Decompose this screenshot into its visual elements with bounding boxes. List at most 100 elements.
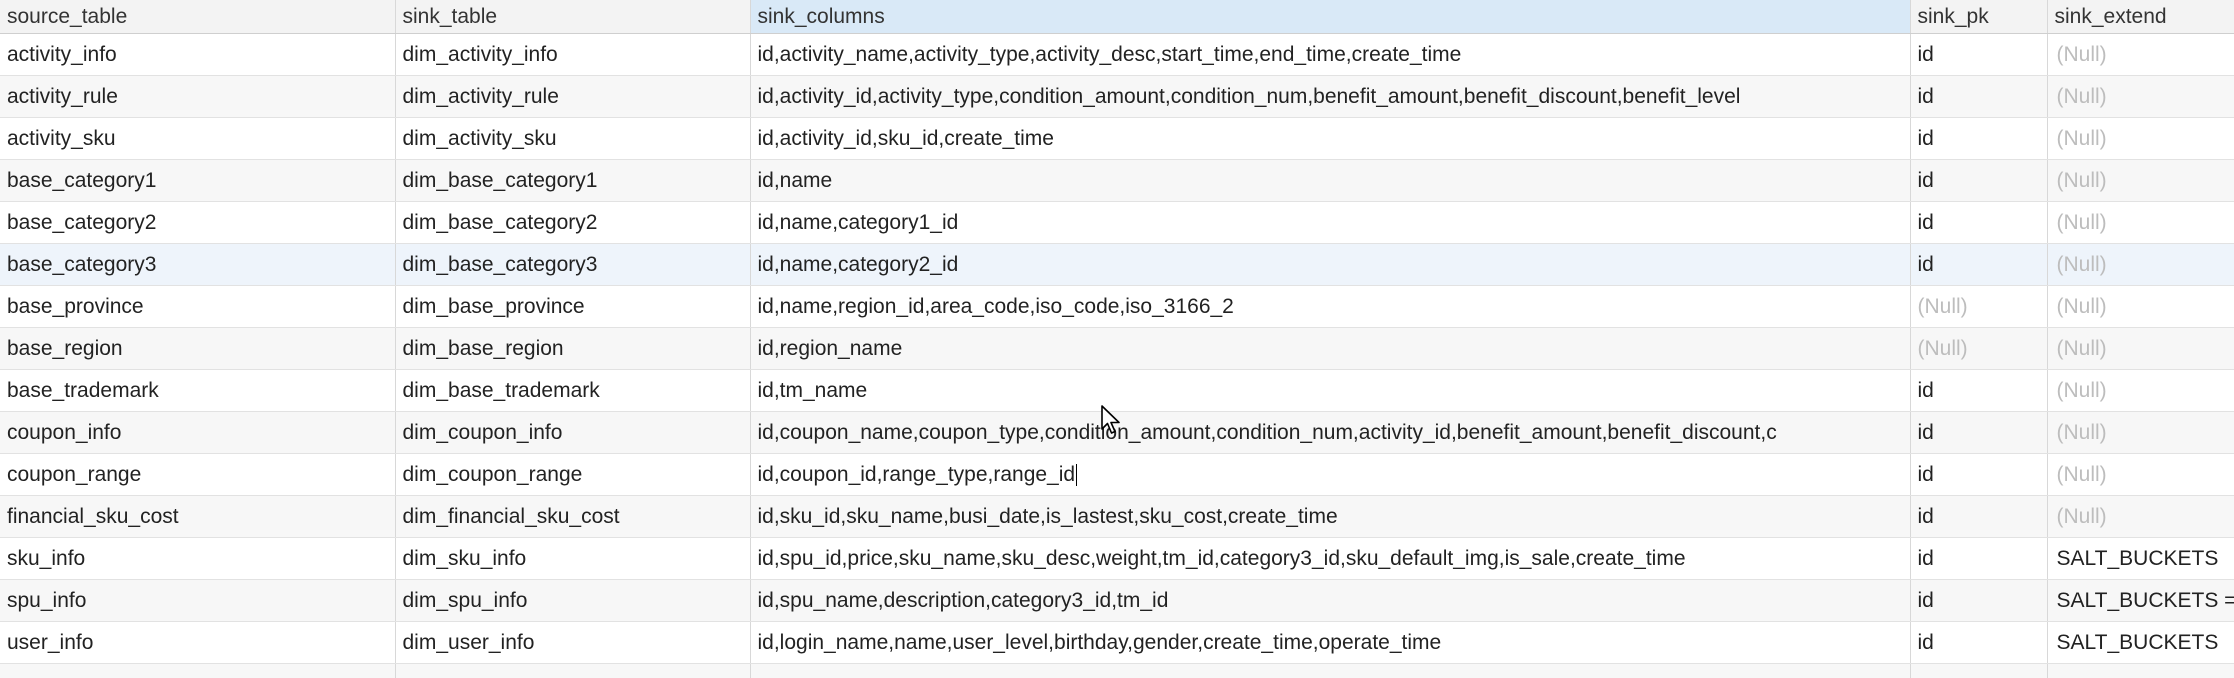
cell-sink-table[interactable]: dim_user_info xyxy=(395,622,750,664)
cell-source-table-text: user_info xyxy=(7,631,93,654)
header-sink-columns[interactable]: sink_columns xyxy=(750,0,1910,34)
cell-sink-extend[interactable]: (Null) xyxy=(2047,160,2234,202)
cell-sink-extend[interactable]: (Null) xyxy=(2047,202,2234,244)
cell-sink-columns[interactable]: id,coupon_name,coupon_type,condition_amo… xyxy=(750,412,1910,454)
cell-sink-table[interactable]: dim_activity_info xyxy=(395,34,750,76)
cell-sink-extend[interactable]: (Null) xyxy=(2047,118,2234,160)
cell-sink-table[interactable]: dim_base_category3 xyxy=(395,244,750,286)
cell-sink-table[interactable]: dim_base_category1 xyxy=(395,160,750,202)
cell-sink-columns[interactable]: id,activity_id,sku_id,create_time xyxy=(750,118,1910,160)
cell-source-table[interactable]: base_region xyxy=(0,328,395,370)
cell-source-table[interactable]: activity_rule xyxy=(0,76,395,118)
cell-sink-pk[interactable]: id xyxy=(1910,118,2047,160)
cell-source-table[interactable]: sku_info xyxy=(0,538,395,580)
cell-sink-pk[interactable]: (Null) xyxy=(1910,286,2047,328)
cell-sink-pk[interactable]: id xyxy=(1910,34,2047,76)
cell-sink-pk[interactable]: id xyxy=(1910,202,2047,244)
cell-source-table[interactable]: coupon_range xyxy=(0,454,395,496)
cell-sink-pk[interactable]: (Null) xyxy=(1910,328,2047,370)
cell-source-table[interactable]: spu_info xyxy=(0,580,395,622)
table-row[interactable]: base_category2dim_base_category2id,name,… xyxy=(0,202,2234,244)
cell-sink-table-text: dim_activity_info xyxy=(403,43,558,66)
cell-sink-table[interactable]: dim_financial_sku_cost xyxy=(395,496,750,538)
cell-sink-columns[interactable]: id,name,category1_id xyxy=(750,202,1910,244)
cell-sink-pk[interactable]: id xyxy=(1910,538,2047,580)
header-sink-extend[interactable]: sink_extend xyxy=(2047,0,2234,34)
cell-sink-extend[interactable]: SALT_BUCKETS = xyxy=(2047,580,2234,622)
cell-sink-pk[interactable]: id xyxy=(1910,160,2047,202)
header-sink-pk[interactable]: sink_pk xyxy=(1910,0,2047,34)
table-cell xyxy=(0,664,395,678)
cell-sink-table[interactable]: dim_base_province xyxy=(395,286,750,328)
cell-sink-table[interactable]: dim_activity_sku xyxy=(395,118,750,160)
cell-sink-columns[interactable]: id,spu_id,price,sku_name,sku_desc,weight… xyxy=(750,538,1910,580)
cell-sink-columns[interactable]: id,coupon_id,range_type,range_id xyxy=(750,454,1910,496)
cell-sink-extend[interactable]: (Null) xyxy=(2047,244,2234,286)
cell-source-table[interactable]: base_category2 xyxy=(0,202,395,244)
table-row[interactable]: sku_infodim_sku_infoid,spu_id,price,sku_… xyxy=(0,538,2234,580)
cell-sink-columns[interactable]: id,region_name xyxy=(750,328,1910,370)
cell-sink-extend[interactable]: (Null) xyxy=(2047,328,2234,370)
cell-sink-columns[interactable]: id,tm_name xyxy=(750,370,1910,412)
table-row[interactable]: user_info dim_user_infoid,login_name,name… xyxy=(0,622,2234,664)
cell-source-table[interactable]: activity_sku xyxy=(0,118,395,160)
cell-sink-table[interactable]: dim_base_trademark xyxy=(395,370,750,412)
table-row[interactable]: base_provincedim_base_provinceid,name,re… xyxy=(0,286,2234,328)
cell-source-table[interactable]: base_trademark xyxy=(0,370,395,412)
header-source-table[interactable]: source_table xyxy=(0,0,395,34)
cell-sink-extend[interactable]: (Null) xyxy=(2047,454,2234,496)
cell-sink-extend[interactable]: (Null) xyxy=(2047,370,2234,412)
cell-sink-table[interactable]: dim_base_region xyxy=(395,328,750,370)
cell-sink-extend[interactable]: (Null) xyxy=(2047,412,2234,454)
cell-sink-pk[interactable]: id xyxy=(1910,622,2047,664)
table-row[interactable]: base_category3dim_base_category3 id,name,… xyxy=(0,244,2234,286)
cell-sink-extend[interactable]: (Null) xyxy=(2047,286,2234,328)
cell-sink-columns[interactable]: id,name,region_id,area_code,iso_code,iso… xyxy=(750,286,1910,328)
cell-sink-columns-text: id,name,category2_id xyxy=(758,253,959,276)
table-row[interactable]: base_category1dim_base_category1id,namei… xyxy=(0,160,2234,202)
cell-sink-columns[interactable]: id,name,category2_id xyxy=(750,244,1910,286)
table-row[interactable]: financial_sku_costdim_financial_sku_cost… xyxy=(0,496,2234,538)
cell-source-table[interactable]: user_info xyxy=(0,622,395,664)
table-row[interactable]: activity_skudim_activity_skuid,activity_… xyxy=(0,118,2234,160)
table-row[interactable]: activity_ruledim_activity_ruleid,activit… xyxy=(0,76,2234,118)
cell-sink-pk[interactable]: id xyxy=(1910,454,2047,496)
cell-sink-pk[interactable]: id xyxy=(1910,496,2047,538)
cell-sink-pk[interactable]: id xyxy=(1910,370,2047,412)
cell-sink-extend-text: (Null) xyxy=(2057,337,2107,360)
header-sink-table[interactable]: sink_table xyxy=(395,0,750,34)
cell-sink-pk[interactable]: id xyxy=(1910,244,2047,286)
cell-source-table[interactable]: coupon_info xyxy=(0,412,395,454)
table-row[interactable]: activity_info dim_activity_info id,activit… xyxy=(0,34,2234,76)
cell-sink-columns[interactable]: id,login_name,name,user_level,birthday,g… xyxy=(750,622,1910,664)
table-row[interactable]: spu_infodim_spu_infoid,spu_name,descript… xyxy=(0,580,2234,622)
cell-source-table[interactable]: base_category3 xyxy=(0,244,395,286)
cell-source-table[interactable]: base_category1 xyxy=(0,160,395,202)
cell-sink-columns[interactable]: id,activity_id,activity_type,condition_a… xyxy=(750,76,1910,118)
arrow-cursor-icon xyxy=(1101,405,1121,435)
cell-sink-extend[interactable]: SALT_BUCKETS xyxy=(2047,622,2234,664)
cell-sink-table[interactable]: dim_base_category2 xyxy=(395,202,750,244)
cell-sink-table[interactable]: dim_activity_rule xyxy=(395,76,750,118)
cell-sink-columns[interactable]: id,sku_id,sku_name,busi_date,is_lastest,… xyxy=(750,496,1910,538)
cell-sink-extend[interactable]: (Null) xyxy=(2047,496,2234,538)
table-row[interactable]: base_regiondim_base_regionid,region_name… xyxy=(0,328,2234,370)
cell-sink-pk[interactable]: id xyxy=(1910,412,2047,454)
cell-sink-table[interactable]: dim_spu_info xyxy=(395,580,750,622)
cell-sink-columns[interactable]: id,activity_name,activity_type,activity_… xyxy=(750,34,1910,76)
cell-sink-pk[interactable]: id xyxy=(1910,76,2047,118)
cell-sink-columns[interactable]: id,spu_name,description,category3_id,tm_… xyxy=(750,580,1910,622)
cell-source-table[interactable]: activity_info xyxy=(0,34,395,76)
cell-sink-table[interactable]: dim_coupon_info xyxy=(395,412,750,454)
cell-sink-columns[interactable]: id,name xyxy=(750,160,1910,202)
cell-sink-extend[interactable]: (Null) xyxy=(2047,76,2234,118)
cell-source-table[interactable]: financial_sku_cost xyxy=(0,496,395,538)
cell-source-table[interactable]: base_province xyxy=(0,286,395,328)
cell-sink-extend[interactable]: SALT_BUCKETS xyxy=(2047,538,2234,580)
table-row[interactable]: coupon_rangedim_coupon_rangeid,coupon_id… xyxy=(0,454,2234,496)
cell-sink-pk-text: id xyxy=(1918,547,1934,570)
cell-sink-pk[interactable]: id xyxy=(1910,580,2047,622)
cell-sink-table[interactable]: dim_coupon_range xyxy=(395,454,750,496)
cell-sink-extend[interactable]: (Null) xyxy=(2047,34,2234,76)
cell-sink-table[interactable]: dim_sku_info xyxy=(395,538,750,580)
